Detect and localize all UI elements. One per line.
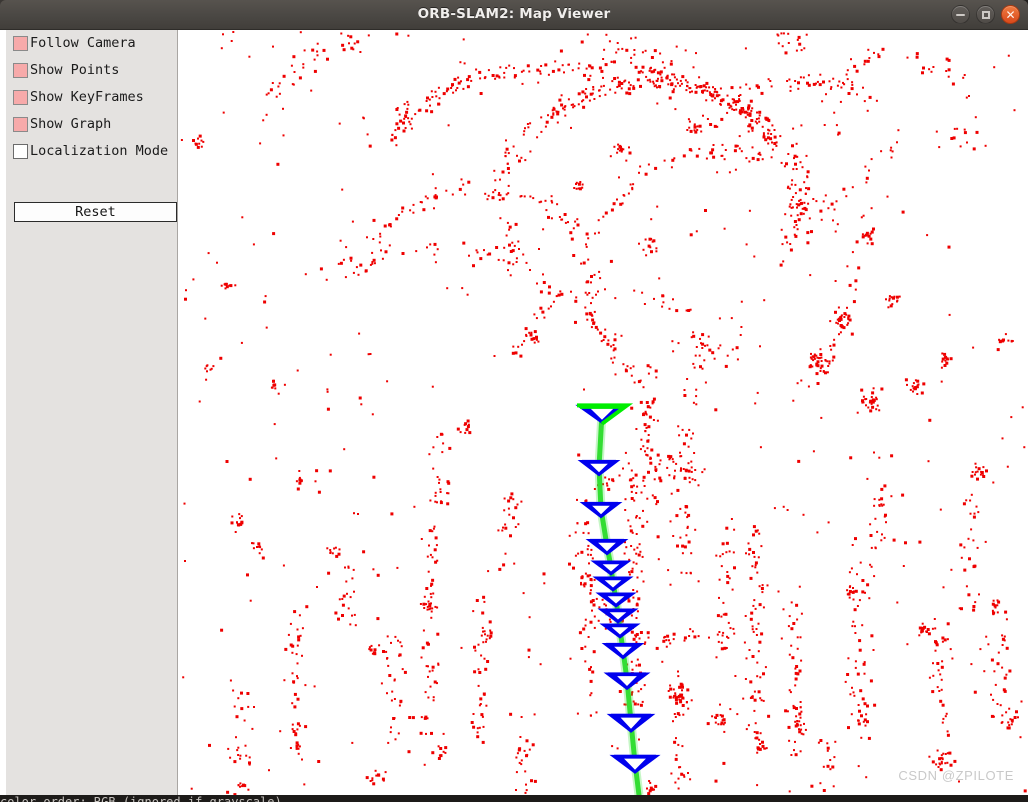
checkbox-show-graph[interactable] <box>13 117 28 132</box>
label-localization-mode: Localization Mode <box>30 142 169 159</box>
maximize-button[interactable] <box>976 5 995 24</box>
checkbox-follow-camera[interactable] <box>13 36 28 51</box>
window-title: ORB-SLAM2: Map Viewer <box>417 6 611 22</box>
checkbox-show-points[interactable] <box>13 63 28 78</box>
close-icon: ✕ <box>1005 7 1016 22</box>
checkbox-localization-mode[interactable] <box>13 144 28 159</box>
label-show-graph: Show Graph <box>30 115 112 132</box>
minimize-button[interactable] <box>951 5 970 24</box>
map-viewer-window: ORB-SLAM2: Map Viewer ✕ Follow Camera Sh… <box>0 0 1028 795</box>
reset-button[interactable]: Reset <box>14 202 177 222</box>
label-show-points: Show Points <box>30 61 120 78</box>
title-bar[interactable]: ORB-SLAM2: Map Viewer ✕ <box>0 0 1028 30</box>
window-controls: ✕ <box>951 5 1020 24</box>
control-localization-mode[interactable]: Localization Mode <box>6 138 177 165</box>
label-follow-camera: Follow Camera <box>30 34 136 51</box>
control-follow-camera[interactable]: Follow Camera <box>6 30 177 57</box>
client-area: Follow Camera Show Points Show KeyFrames… <box>0 30 1028 795</box>
control-show-keyframes[interactable]: Show KeyFrames <box>6 84 177 111</box>
close-button[interactable]: ✕ <box>1001 5 1020 24</box>
maximize-icon <box>977 6 994 23</box>
watermark: CSDN @ZPILOTE <box>898 768 1014 783</box>
control-show-points[interactable]: Show Points <box>6 57 177 84</box>
control-panel: Follow Camera Show Points Show KeyFrames… <box>6 30 178 795</box>
background-terminal-line: color order: RGB (ignored if grayscale) <box>0 795 282 802</box>
screen: color order: RGB (ignored if grayscale) … <box>0 0 1028 802</box>
map-render <box>179 30 1028 795</box>
checkbox-show-keyframes[interactable] <box>13 90 28 105</box>
minimize-icon <box>952 6 969 23</box>
label-show-keyframes: Show KeyFrames <box>30 88 144 105</box>
control-show-graph[interactable]: Show Graph <box>6 111 177 138</box>
map-viewport[interactable]: CSDN @ZPILOTE <box>179 30 1028 795</box>
background-terminal-text: color order: RGB (ignored if grayscale) <box>0 795 1028 802</box>
